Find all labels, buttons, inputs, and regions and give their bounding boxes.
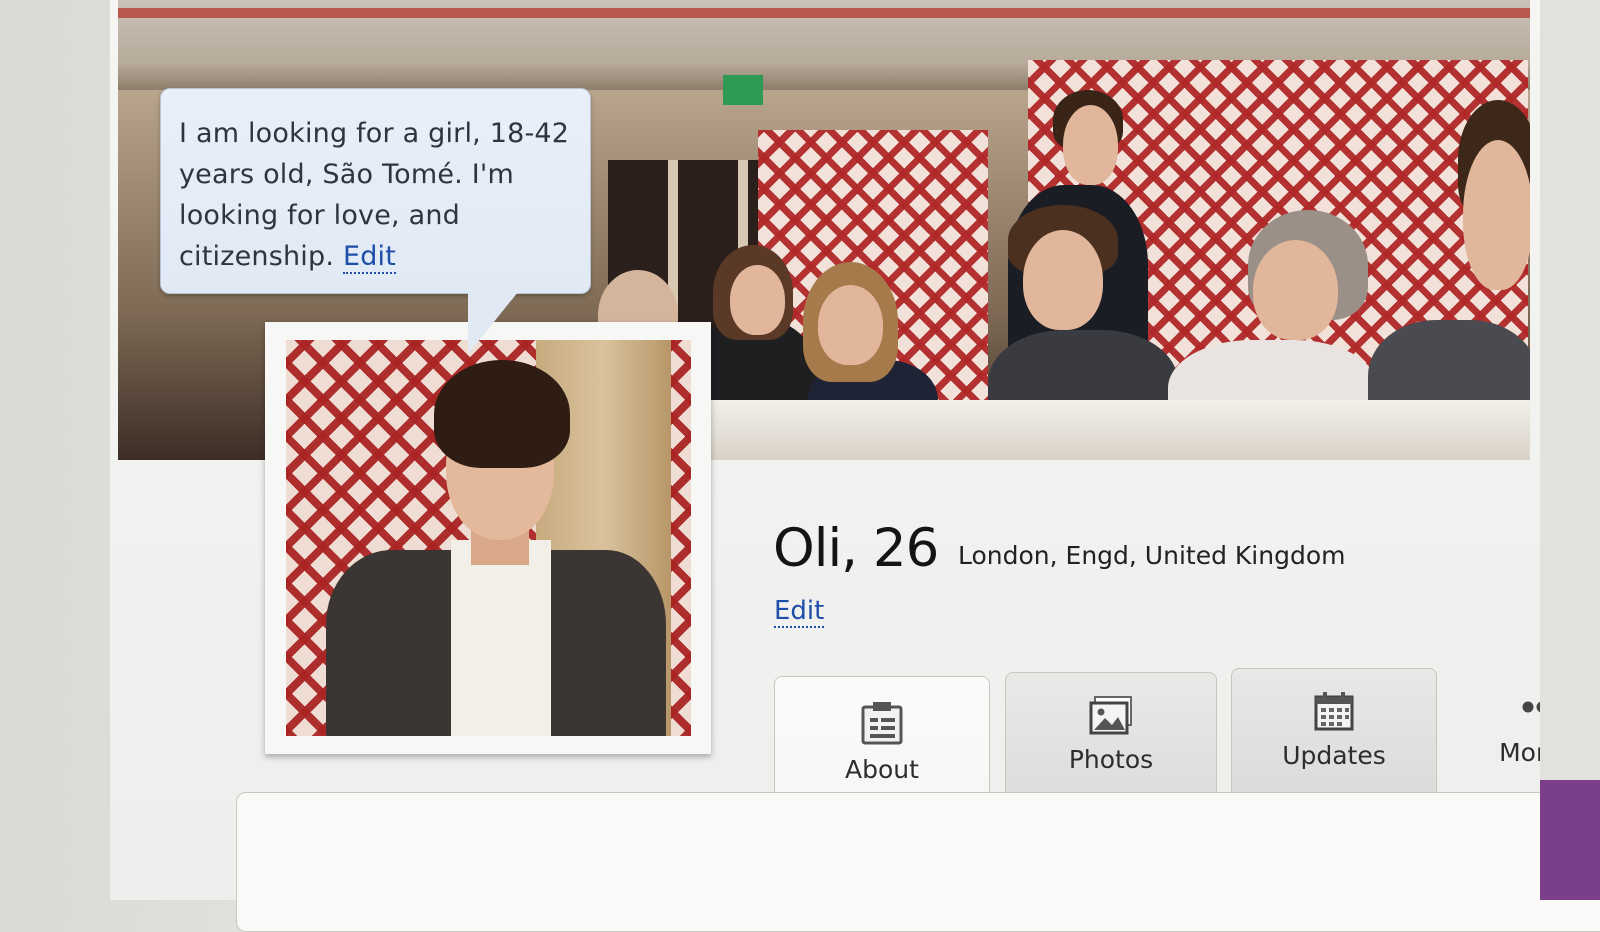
tab-photos-label: Photos bbox=[1068, 745, 1154, 774]
image-icon bbox=[1089, 696, 1132, 735]
status-bubble-tail bbox=[468, 292, 518, 354]
profile-photo-frame[interactable] bbox=[265, 322, 711, 754]
tab-photos[interactable]: Photos bbox=[1005, 672, 1217, 806]
profile-name-age: Oli, 26 bbox=[773, 518, 939, 579]
exit-sign bbox=[723, 75, 763, 105]
edit-profile-link[interactable]: Edit bbox=[774, 596, 825, 628]
status-bubble: I am looking for a girl, 18-42 years old… bbox=[160, 88, 591, 294]
clipboard-icon bbox=[861, 702, 903, 745]
profile-location: London, Engd, United Kingdom bbox=[958, 541, 1346, 570]
screen-edge bbox=[1540, 0, 1600, 900]
screen-corner-object bbox=[1540, 780, 1600, 900]
calendar-icon bbox=[1314, 692, 1354, 731]
profile-photo[interactable] bbox=[286, 340, 691, 736]
tab-updates[interactable]: Updates bbox=[1231, 668, 1437, 806]
tab-about-label: About bbox=[845, 755, 919, 784]
about-content-panel bbox=[236, 792, 1600, 932]
tab-updates-label: Updates bbox=[1282, 741, 1386, 770]
cover-table bbox=[598, 400, 1530, 460]
edit-status-link[interactable]: Edit bbox=[342, 241, 397, 274]
